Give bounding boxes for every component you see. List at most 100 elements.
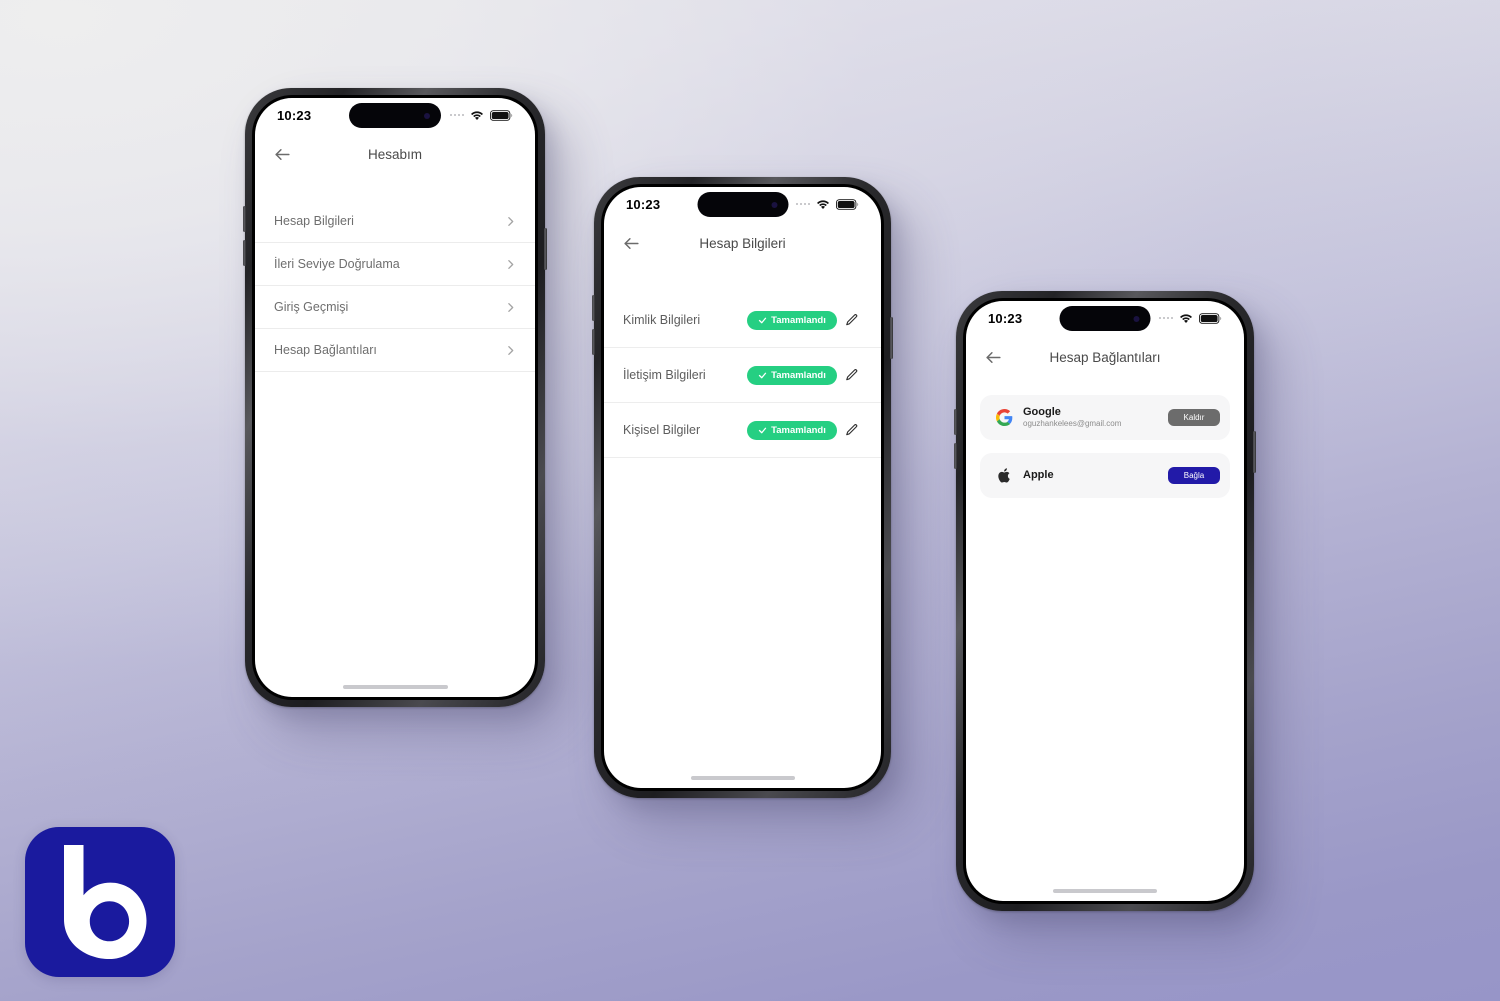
- status-badge-tamamlandi[interactable]: Tamamlandı: [747, 310, 837, 330]
- wifi-icon: [470, 110, 484, 121]
- power-button[interactable]: [544, 228, 547, 270]
- page-title: Hesap Bilgileri: [699, 235, 786, 251]
- status-row-iletisim-bilgileri: İletişim Bilgileri Tamamlandı: [604, 348, 881, 403]
- provider-account-email: oguzhankelees@gmail.com: [1023, 419, 1122, 429]
- status-badge-label: Tamamlandı: [771, 369, 826, 381]
- front-camera-icon: [771, 201, 778, 208]
- status-clock: 10:23: [988, 310, 1023, 326]
- linked-account-info: Apple: [1023, 468, 1168, 482]
- screen-hesabim: 10:23 Hesabım Hesap Bilgileri İleri Sevi…: [255, 98, 535, 697]
- check-icon: [758, 426, 767, 435]
- chevron-right-icon: [504, 301, 517, 314]
- status-clock: 10:23: [277, 107, 312, 123]
- list-item-label: Hesap Bağlantıları: [274, 343, 377, 357]
- volume-down-button[interactable]: [592, 329, 595, 355]
- letter-b-logo-icon: [64, 845, 147, 959]
- dynamic-island: [1059, 306, 1151, 331]
- info-status-list: Kimlik Bilgileri Tamamlandı İletişim Bil…: [604, 265, 881, 776]
- linked-account-info: Google oguzhankelees@gmail.com: [1023, 405, 1168, 430]
- pencil-edit-icon[interactable]: [837, 360, 867, 390]
- status-row-kisisel-bilgiler: Kişisel Bilgiler Tamamlandı: [604, 403, 881, 458]
- nav-bar: Hesap Bilgileri: [604, 221, 881, 265]
- chevron-right-icon: [504, 344, 517, 357]
- provider-name: Apple: [1023, 469, 1054, 482]
- volume-up-button[interactable]: [592, 295, 595, 321]
- home-indicator[interactable]: [342, 685, 448, 689]
- pencil-edit-icon[interactable]: [837, 305, 867, 335]
- list-item-label: Hesap Bilgileri: [274, 214, 354, 228]
- battery-full-icon: [836, 198, 859, 210]
- list-item-hesap-bilgileri[interactable]: Hesap Bilgileri: [255, 200, 535, 243]
- chevron-right-icon: [504, 258, 517, 271]
- status-bar: 10:23: [255, 98, 535, 132]
- list-item-giris-gecmisi[interactable]: Giriş Geçmişi: [255, 286, 535, 329]
- settings-list: Hesap Bilgileri İleri Seviye Doğrulama G…: [255, 176, 535, 685]
- home-indicator[interactable]: [1053, 889, 1157, 893]
- status-indicators: [449, 109, 514, 121]
- battery-full-icon: [490, 109, 513, 121]
- page-title: Hesap Bağlantıları: [1049, 349, 1161, 365]
- signal-dots-icon: [795, 202, 810, 206]
- status-badge-tamamlandi[interactable]: Tamamlandı: [747, 365, 837, 385]
- link-apple-button[interactable]: Bağla: [1168, 467, 1220, 484]
- mockup-stage: 10:23 Hesabım Hesap Bilgileri İleri Sevi…: [0, 0, 1500, 1001]
- home-indicator[interactable]: [690, 776, 795, 780]
- pencil-edit-icon[interactable]: [837, 415, 867, 445]
- list-item-ileri-seviye-dogrulama[interactable]: İleri Seviye Doğrulama: [255, 243, 535, 286]
- provider-name: Google: [1023, 406, 1061, 419]
- status-row-label: Kişisel Bilgiler: [623, 423, 701, 437]
- status-row-kimlik-bilgileri: Kimlik Bilgileri Tamamlandı: [604, 293, 881, 348]
- list-item-label: Giriş Geçmişi: [274, 300, 349, 314]
- volume-up-button[interactable]: [243, 206, 246, 232]
- linked-account-card-apple: Apple Bağla: [980, 453, 1230, 498]
- status-bar: 10:23: [966, 301, 1244, 335]
- page-title: Hesabım: [367, 146, 423, 162]
- dynamic-island: [697, 192, 788, 217]
- check-icon: [758, 371, 767, 380]
- wifi-icon: [816, 199, 830, 210]
- volume-up-button[interactable]: [954, 409, 957, 435]
- brand-logo: [25, 827, 175, 977]
- apple-logo-icon: [991, 463, 1017, 489]
- nav-bar: Hesap Bağlantıları: [966, 335, 1244, 379]
- dynamic-island: [349, 103, 441, 128]
- linked-account-card-google: Google oguzhankelees@gmail.com Kaldır: [980, 395, 1230, 440]
- signal-dots-icon: [449, 113, 464, 117]
- signal-dots-icon: [1158, 316, 1173, 320]
- status-badge-tamamlandi[interactable]: Tamamlandı: [747, 420, 837, 440]
- phone-device-hesap-baglantilari: 10:23 Hesap Bağlantıları Google oguzhank…: [954, 291, 1256, 911]
- front-camera-icon: [423, 112, 430, 119]
- status-badge-label: Tamamlandı: [771, 314, 826, 326]
- status-row-label: İletişim Bilgileri: [623, 368, 706, 382]
- nav-bar: Hesabım: [255, 132, 535, 176]
- phone-bezel: 10:23: [252, 95, 538, 700]
- chevron-right-icon: [504, 215, 517, 228]
- screen-hesap-baglantilari: 10:23 Hesap Bağlantıları Google oguzhank…: [966, 301, 1244, 901]
- phone-bezel: 10:23: [963, 298, 1247, 904]
- status-indicators: [1158, 312, 1223, 324]
- volume-down-button[interactable]: [954, 443, 957, 469]
- status-badge-label: Tamamlandı: [771, 424, 826, 436]
- list-item-label: İleri Seviye Doğrulama: [274, 257, 400, 271]
- check-icon: [758, 316, 767, 325]
- phone-device-hesabim: 10:23 Hesabım Hesap Bilgileri İleri Sevi…: [243, 88, 547, 707]
- linked-accounts-list: Google oguzhankelees@gmail.com Kaldır Ap…: [966, 379, 1244, 889]
- phone-device-hesap-bilgileri: 10:23 Hesap Bilgileri Kimlik Bilgileri T…: [592, 177, 893, 798]
- status-clock: 10:23: [626, 196, 661, 212]
- google-logo-icon: [991, 405, 1017, 431]
- back-arrow-icon[interactable]: [980, 344, 1006, 370]
- back-arrow-icon[interactable]: [618, 230, 644, 256]
- phone-bezel: 10:23: [601, 184, 884, 791]
- status-row-label: Kimlik Bilgileri: [623, 313, 701, 327]
- remove-google-button[interactable]: Kaldır: [1168, 409, 1220, 426]
- status-bar: 10:23: [604, 187, 881, 221]
- wifi-icon: [1179, 313, 1193, 324]
- back-arrow-icon[interactable]: [269, 141, 295, 167]
- volume-down-button[interactable]: [243, 240, 246, 266]
- power-button[interactable]: [890, 317, 893, 359]
- list-item-hesap-baglantilari[interactable]: Hesap Bağlantıları: [255, 329, 535, 372]
- status-indicators: [795, 198, 860, 210]
- power-button[interactable]: [1253, 431, 1256, 473]
- front-camera-icon: [1133, 315, 1140, 322]
- screen-hesap-bilgileri: 10:23 Hesap Bilgileri Kimlik Bilgileri T…: [604, 187, 881, 788]
